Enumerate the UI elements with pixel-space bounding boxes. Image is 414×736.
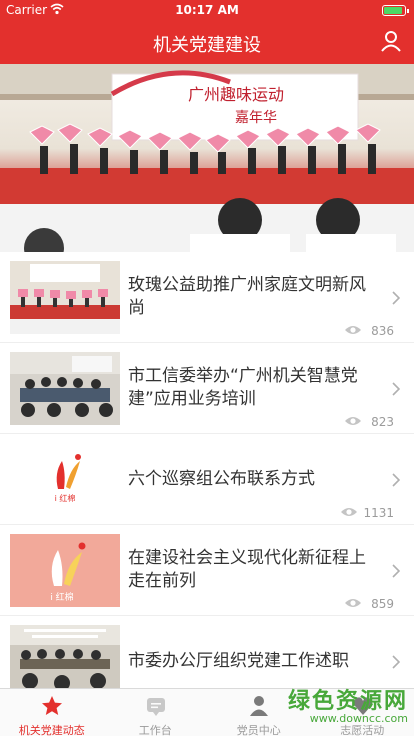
eye-icon [345, 417, 361, 425]
news-title: 玫瑰公益助推广州家庭文明新风尚 [128, 275, 366, 318]
news-list: 玫瑰公益助推广州家庭文明新风尚 836 市工信委举办“广州机关智慧党建”应用业务… [0, 252, 414, 688]
watermark: 绿色资源网 www.downcc.com [276, 683, 408, 731]
member-icon [250, 696, 268, 716]
top-bar: Carrier 10:17 AM 机关党建建设 [0, 0, 414, 64]
workbench-icon [146, 698, 165, 716]
chevron-right-icon [392, 382, 400, 396]
news-thumbnail [10, 261, 120, 334]
clock: 10:17 AM [175, 3, 239, 17]
news-title: 市工信委举办“广州机关智慧党建”应用业务培训 [128, 366, 358, 409]
app-screen: Carrier 10:17 AM 机关党建建设 广州趣味运动 嘉年华 玫瑰公益助… [0, 0, 414, 736]
news-thumbnail: i 红棉 [10, 534, 120, 607]
eye-icon [345, 599, 361, 607]
news-item-1[interactable]: 玫瑰公益助推广州家庭文明新风尚 836 [0, 252, 414, 342]
chevron-right-icon [392, 473, 400, 487]
tab-label: 工作台 [138, 724, 172, 736]
view-count: 859 [371, 597, 394, 611]
chevron-right-icon [392, 291, 400, 305]
status-bar: Carrier 10:17 AM [0, 0, 414, 20]
tab-workbench[interactable]: 工作台 [104, 689, 208, 736]
thumbnail-logo-text: i 红棉 [55, 493, 76, 503]
view-count: 836 [371, 324, 394, 338]
thumbnail-logo-text: i 红棉 [50, 591, 73, 603]
star-icon [42, 696, 62, 715]
news-thumbnail [10, 625, 120, 688]
banner-sign-text: 广州趣味运动 [188, 85, 284, 104]
page-title: 机关党建建设 [153, 35, 261, 56]
news-item-5[interactable]: 市委办公厅组织党建工作述职 [0, 616, 414, 688]
chevron-right-icon [392, 655, 400, 669]
view-count: 823 [371, 415, 394, 429]
chevron-right-icon [392, 564, 400, 578]
news-title: 市委办公厅组织党建工作述职 [128, 651, 349, 671]
view-count: 1131 [363, 506, 394, 520]
news-title: 六个巡察组公布联系方式 [128, 469, 315, 489]
watermark-text: 绿色资源网 [287, 689, 408, 714]
news-item-4[interactable]: i 红棉 在建设社会主义现代化新征程上走在前列 859 [0, 525, 414, 615]
news-item-2[interactable]: 市工信委举办“广州机关智慧党建”应用业务培训 823 [0, 343, 414, 433]
news-title: 在建设社会主义现代化新征程上走在前列 [128, 548, 366, 591]
eye-icon [345, 326, 361, 334]
battery-icon [382, 5, 409, 16]
news-thumbnail: i 红棉 [10, 443, 120, 516]
banner-carousel[interactable]: 广州趣味运动 嘉年华 [0, 64, 414, 252]
tab-label: 机关党建动态 [18, 724, 85, 736]
news-thumbnail [10, 352, 120, 425]
nav-bar: 机关党建建设 [0, 20, 414, 64]
news-item-3[interactable]: i 红棉 六个巡察组公布联系方式 1131 [0, 434, 414, 524]
banner-photo: 广州趣味运动 嘉年华 [0, 64, 414, 252]
eye-icon [341, 508, 357, 516]
banner-sign-sub: 嘉年华 [235, 110, 277, 126]
watermark-url: www.downcc.com [309, 712, 408, 725]
user-profile-icon[interactable] [380, 30, 402, 52]
tab-party-news[interactable]: 机关党建动态 [0, 689, 104, 736]
